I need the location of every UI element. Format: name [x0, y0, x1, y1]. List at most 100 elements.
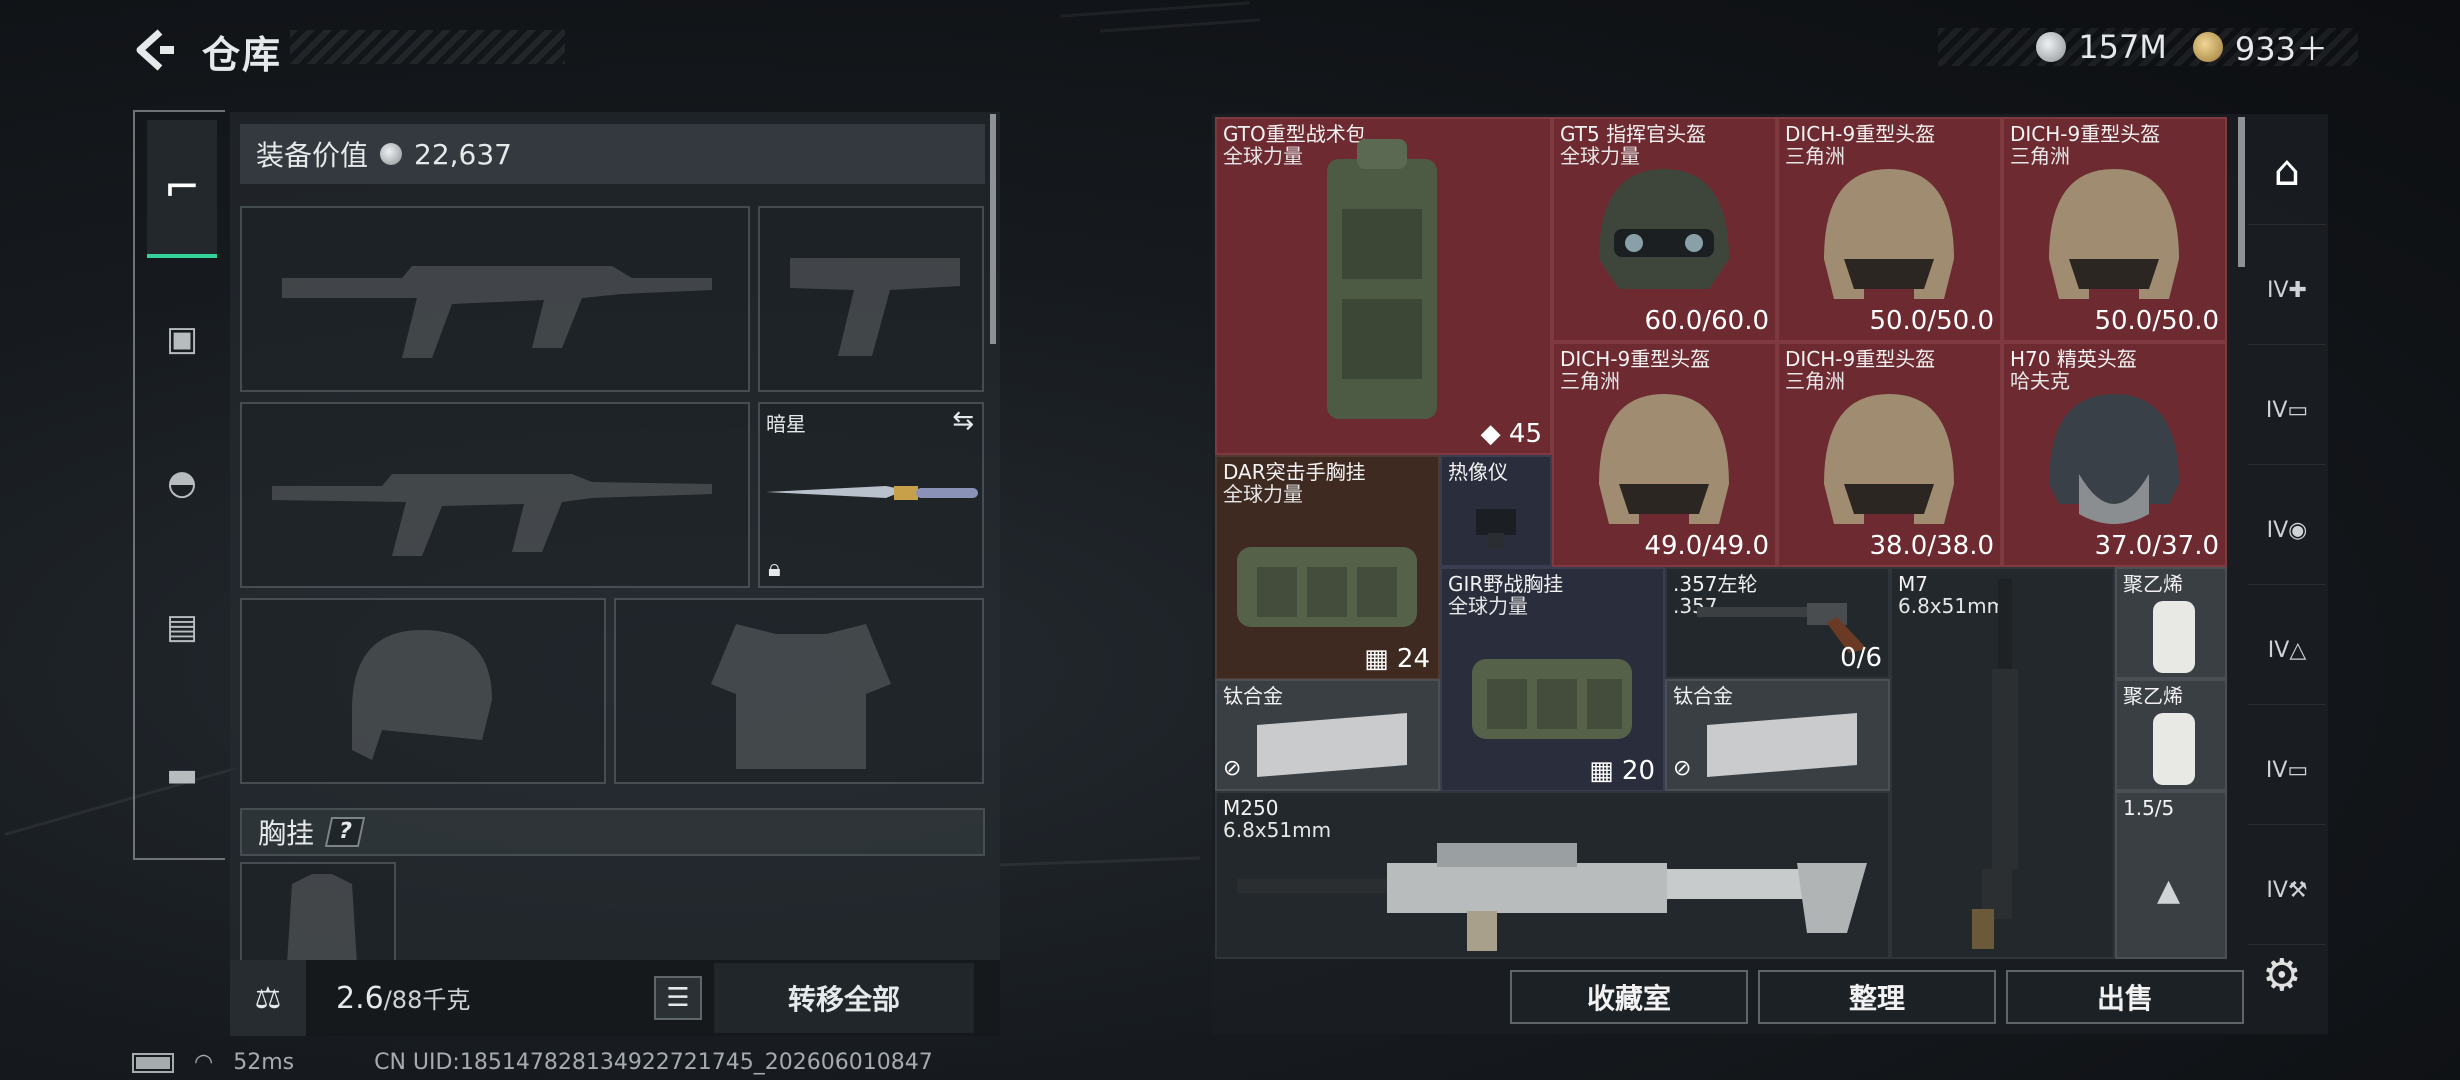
- nav-weapons[interactable]: ⌐: [147, 120, 217, 258]
- item-dich9-helmet[interactable]: DICH-9重型头盔 三角洲 38.0/38.0: [1777, 342, 2002, 567]
- back-arrow-icon[interactable]: [130, 26, 178, 74]
- item-name: GIR野战胸挂: [1448, 572, 1564, 596]
- item-dich9-helmet[interactable]: DICH-9重型头盔 三角洲 50.0/50.0: [1777, 117, 2002, 342]
- helmet-image: [2049, 169, 2179, 299]
- item-dar-chest-rig[interactable]: DAR突击手胸挂 全球力量 ▦ 24: [1215, 455, 1440, 680]
- item-dich9-helmet[interactable]: DICH-9重型头盔 三角洲 49.0/49.0: [1552, 342, 1777, 567]
- tab-storage-medkit[interactable]: IV ✚: [2248, 237, 2326, 345]
- swap-icon[interactable]: ⇆: [952, 406, 974, 436]
- nav-vest[interactable]: ▤: [147, 592, 217, 662]
- left-category-nav: ⌐ ▣ ◓ ▤ ▬: [133, 110, 225, 860]
- polyethylene-roll-image: [2153, 601, 2195, 673]
- durability: 50.0/50.0: [2094, 306, 2219, 336]
- loadout-footer: ⚖ 2.6/88千克 ☰ 转移全部: [230, 960, 1000, 1036]
- gold-currency-value[interactable]: 933＋: [2235, 24, 2328, 70]
- silver-coin-icon: [380, 143, 403, 165]
- item-faction: 全球力量: [1448, 594, 1528, 618]
- currency-bar: 157M 933＋: [1938, 28, 2358, 68]
- tab-safe-box[interactable]: ⌂: [2248, 117, 2326, 225]
- tab-level: IV: [2265, 398, 2288, 423]
- durability: 49.0/49.0: [1644, 531, 1769, 561]
- dark-star-knife: [766, 486, 978, 500]
- storage-actions: 收藏室 整理 出售: [1212, 960, 2328, 1034]
- safe-box-icon: ⌂: [2273, 146, 2301, 195]
- equipment-value-bar: 装备价值 22,637: [240, 124, 985, 184]
- tab-storage-folder[interactable]: IV ▭: [2248, 357, 2326, 465]
- chest-rig-image: [1472, 659, 1632, 739]
- nav-backpack[interactable]: ▣: [147, 304, 217, 374]
- item-357-revolver[interactable]: .357左轮 .357 0/6: [1665, 567, 1890, 679]
- ping: 52ms: [233, 1050, 295, 1075]
- item-thermal-imager[interactable]: 热像仪: [1440, 455, 1552, 567]
- item-gir-chest-rig[interactable]: GIR野战胸挂 全球力量 ▦ 20: [1440, 567, 1665, 792]
- helmet-slot[interactable]: [240, 598, 606, 784]
- collection-room-button[interactable]: 收藏室: [1510, 970, 1748, 1024]
- tab-level: IV: [2266, 878, 2288, 903]
- melee-slot[interactable]: 暗星 ⇆ 🔒︎: [758, 402, 984, 588]
- item-polyethylene[interactable]: 聚乙烯: [2115, 567, 2227, 679]
- chest-rig-silhouette: [287, 874, 357, 964]
- item-h70-helmet[interactable]: H70 精英头盔 哈夫克 37.0/37.0: [2002, 342, 2227, 567]
- pistol-slot[interactable]: [758, 206, 984, 392]
- secondary-weapon-slot[interactable]: [240, 402, 750, 588]
- tab-storage-folder-2[interactable]: IV ▭: [2248, 717, 2326, 825]
- tab-level: IV: [2266, 518, 2289, 543]
- folder-icon: ▭: [2287, 758, 2309, 783]
- tab-level: IV: [2267, 638, 2290, 663]
- folder-icon: ▭: [2287, 398, 2309, 423]
- item-dich9-helmet[interactable]: DICH-9重型头盔 三角洲 50.0/50.0: [2002, 117, 2227, 342]
- item-name: DICH-9重型头盔: [2010, 122, 2161, 146]
- weight-readout: 2.6/88千克: [336, 980, 636, 1016]
- item-gto-backpack[interactable]: GTO重型战术包 全球力量 ◆ 45: [1215, 117, 1552, 455]
- primary-weapon-slot[interactable]: [240, 206, 750, 392]
- item-titanium-alloy[interactable]: 钛合金 ⊘: [1215, 679, 1440, 791]
- helmet-image: [1599, 169, 1729, 289]
- item-stack-container[interactable]: 1.5/5 ▲: [2115, 791, 2227, 959]
- no-trade-icon: ⊘: [1673, 756, 1692, 781]
- armor-silhouette: [711, 624, 891, 769]
- item-m250-machine-gun[interactable]: M250 6.8x51mm: [1215, 791, 1890, 959]
- equipment-value: 22,637: [414, 137, 512, 171]
- item-capacity: ▦ 20: [1589, 756, 1655, 786]
- tab-storage-tools[interactable]: IV ⚒: [2248, 837, 2326, 945]
- item-name: M250: [1223, 796, 1279, 820]
- item-capacity: ▦ 24: [1364, 644, 1430, 674]
- list-icon[interactable]: ☰: [654, 976, 702, 1020]
- storage-scrollbar[interactable]: [2238, 117, 2245, 267]
- storage-tab-nav: ⌂ IV ✚ IV ▭ IV ◉ IV △ IV ▭ IV ⚒: [2248, 117, 2326, 960]
- melee-name: 暗星: [766, 412, 806, 436]
- equipment-value-label: 装备价值: [256, 139, 369, 172]
- sell-button[interactable]: 出售: [2006, 970, 2244, 1024]
- item-name: DICH-9重型头盔: [1785, 122, 1936, 146]
- nav-helmet[interactable]: ◓: [147, 448, 217, 518]
- chest-rig-slot[interactable]: [240, 862, 396, 964]
- gold-triangle-coin-icon: [2192, 32, 2223, 62]
- ammo-count: 0/6: [1840, 643, 1882, 673]
- item-name: M7: [1898, 572, 1928, 596]
- item-gt5-helmet[interactable]: GT5 指挥官头盔 全球力量 60.0/60.0: [1552, 117, 1777, 342]
- tab-storage-ammo[interactable]: IV ◉: [2248, 477, 2326, 585]
- tab-storage-equipment[interactable]: IV △: [2248, 597, 2326, 705]
- sort-button[interactable]: 整理: [1758, 970, 1996, 1024]
- item-name: .357左轮: [1673, 572, 1758, 596]
- pistol-icon: ⌐: [163, 161, 201, 213]
- tools-icon: ⚒: [2287, 878, 2308, 903]
- chest-rig-label: 胸挂: [258, 817, 315, 850]
- capacity-value: 45: [1508, 419, 1542, 449]
- body-armor-slot[interactable]: [614, 598, 984, 784]
- rifle-silhouette: [272, 474, 712, 556]
- item-titanium-alloy[interactable]: 钛合金 ⊘: [1665, 679, 1890, 791]
- weight-capacity: /88千克: [383, 986, 471, 1014]
- silver-coin-icon: [2036, 32, 2067, 62]
- loadout-scrollbar[interactable]: [990, 114, 996, 344]
- no-trade-icon: ⊘: [1223, 756, 1242, 781]
- item-m7-rifle[interactable]: M7 6.8x51mm: [1890, 567, 2115, 959]
- help-button[interactable]: ?: [324, 817, 366, 847]
- item-polyethylene[interactable]: 聚乙烯: [2115, 679, 2227, 791]
- transfer-all-button[interactable]: 转移全部: [714, 963, 974, 1033]
- gear-icon[interactable]: ⚙: [2262, 950, 2312, 1001]
- chest-rig-image: [1237, 547, 1417, 627]
- nav-toolbox[interactable]: ▬: [147, 740, 217, 810]
- item-faction: 全球力量: [1223, 144, 1303, 168]
- polyethylene-roll-image: [2153, 713, 2195, 785]
